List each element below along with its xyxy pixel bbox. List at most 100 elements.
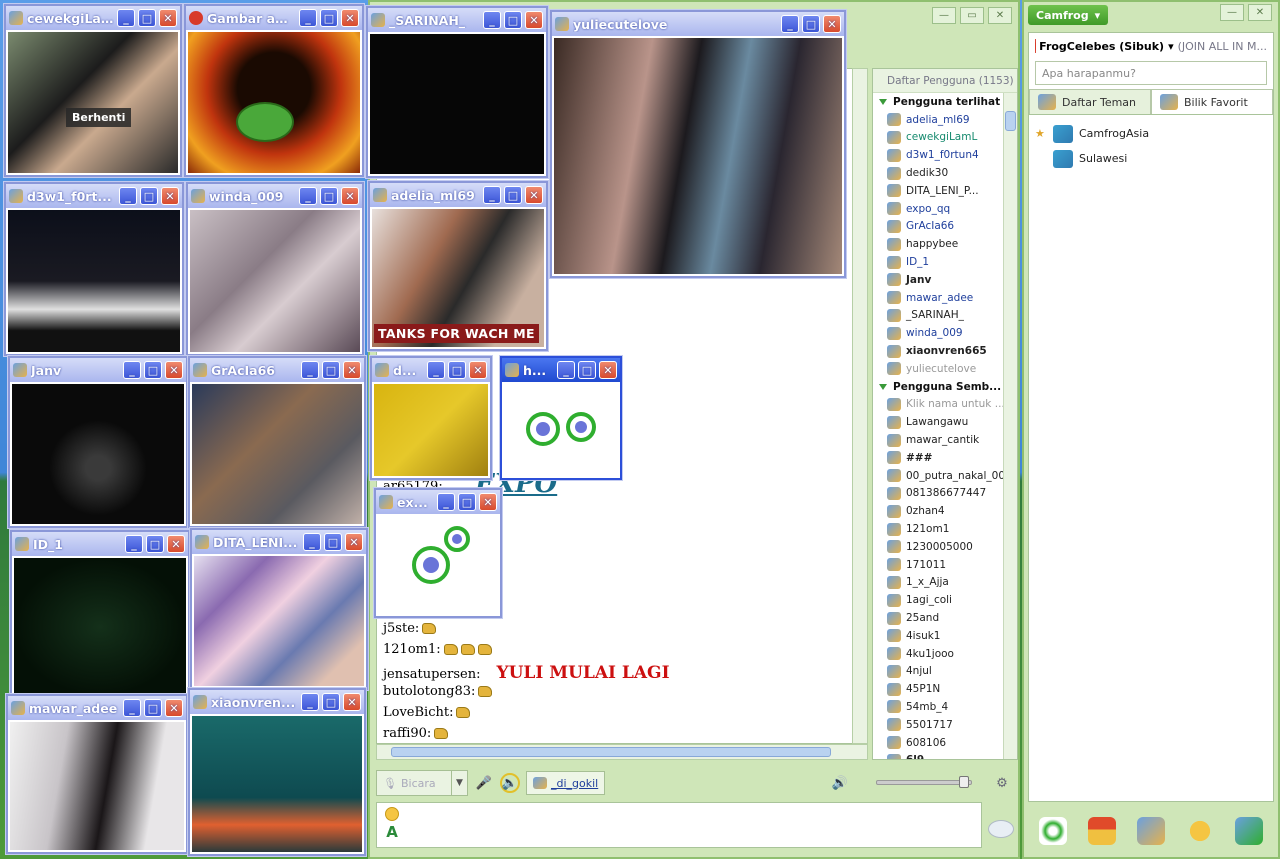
user-list-item[interactable]: 4njul xyxy=(873,663,1017,681)
send-bubble-icon[interactable] xyxy=(988,820,1014,838)
user-list-item[interactable]: 1230005000 xyxy=(873,538,1017,556)
close-button[interactable]: ✕ xyxy=(525,11,543,29)
video-window[interactable]: d... _ □ ✕ xyxy=(370,356,492,480)
video-window[interactable]: GrAcIa66 _ □ ✕ xyxy=(188,356,366,528)
video-window[interactable]: Gambar anda _ □ ✕ xyxy=(184,4,364,177)
video-window[interactable]: h... _ □ ✕ xyxy=(500,356,622,480)
user-list-item[interactable]: 4isuk1 xyxy=(873,627,1017,645)
user-list-item[interactable]: 171011 xyxy=(873,556,1017,574)
font-icon[interactable]: A xyxy=(386,823,398,841)
chat-username[interactable]: j5ste: xyxy=(383,621,419,636)
video-titlebar[interactable]: h... _ □ ✕ xyxy=(502,358,620,382)
video-titlebar[interactable]: cewekgiLamL _ □ ✕ xyxy=(6,6,180,30)
video-window[interactable]: cewekgiLamL _ □ ✕ Berhenti xyxy=(4,4,182,177)
scroll-thumb[interactable] xyxy=(1005,111,1016,131)
minimize-button[interactable]: _ xyxy=(427,361,445,379)
close-button[interactable]: ✕ xyxy=(823,15,841,33)
talk-button[interactable]: 🎙 Bicara ▼ xyxy=(376,770,468,796)
video-titlebar[interactable]: Janv _ □ ✕ xyxy=(10,358,186,382)
close-button[interactable]: ✕ xyxy=(343,361,361,379)
video-titlebar[interactable]: winda_009 _ □ ✕ xyxy=(188,184,362,208)
chat-username[interactable]: jensatupersen: xyxy=(383,667,480,682)
video-window[interactable]: DITA_LENI... _ □ ✕ xyxy=(190,528,368,690)
user-group-header[interactable]: Pengguna terlihat xyxy=(873,93,1017,111)
user-list-item[interactable]: d3w1_f0rtun4✕ xyxy=(873,146,1017,164)
add-user-icon[interactable] xyxy=(1235,817,1264,845)
user-list-item[interactable]: mawar_adee✕ xyxy=(873,289,1017,307)
video-titlebar[interactable]: adelia_ml69 _ □ ✕ xyxy=(370,183,546,207)
chevron-down-icon[interactable]: ▼ xyxy=(451,771,467,795)
user-list-item[interactable]: mawar_cantik xyxy=(873,431,1017,449)
video-titlebar[interactable]: mawar_adee _ □ ✕ xyxy=(8,696,186,720)
minimize-button[interactable]: _ xyxy=(483,186,501,204)
chat-bubble-icon[interactable] xyxy=(1186,817,1215,845)
minimize-button[interactable]: — xyxy=(1220,4,1244,21)
user-list-item[interactable]: 1_x_Ajja xyxy=(873,574,1017,592)
close-button[interactable]: ✕ xyxy=(479,493,497,511)
camfrog-eyes-icon[interactable] xyxy=(1038,817,1067,845)
video-window[interactable]: ID_1 _ □ ✕ xyxy=(10,530,190,700)
minimize-button[interactable]: _ xyxy=(557,361,575,379)
user-list-item[interactable]: 6l9 xyxy=(873,751,1017,759)
user-list-item[interactable]: _SARINAH_✕ xyxy=(873,307,1017,325)
chat-horizontal-scrollbar[interactable] xyxy=(376,744,868,760)
chevron-down-icon[interactable]: ▾ xyxy=(1168,40,1174,53)
maximize-button[interactable]: □ xyxy=(144,361,162,379)
tab-favorites[interactable]: Bilik Favorit xyxy=(1151,89,1273,114)
microphone-icon[interactable]: 🎤 xyxy=(474,773,494,793)
close-button[interactable]: ✕ xyxy=(1248,4,1272,21)
chat-username[interactable]: LoveBicht: xyxy=(383,705,453,720)
chat-username[interactable]: butolotong83: xyxy=(383,684,475,699)
close-button[interactable]: ✕ xyxy=(165,699,183,717)
user-list-item[interactable]: 25and xyxy=(873,609,1017,627)
maximize-button[interactable]: □ xyxy=(448,361,466,379)
video-window[interactable]: winda_009 _ □ ✕ xyxy=(186,182,364,356)
maximize-button[interactable]: □ xyxy=(458,493,476,511)
close-button[interactable]: ✕ xyxy=(599,361,617,379)
minimize-button[interactable]: _ xyxy=(125,535,143,553)
maximize-button[interactable]: □ xyxy=(504,186,522,204)
maximize-button[interactable]: □ xyxy=(140,187,158,205)
user-list-item[interactable]: adelia_ml69✕ xyxy=(873,111,1017,129)
user-list-scrollbar[interactable] xyxy=(1003,93,1017,759)
maximize-button[interactable]: □ xyxy=(144,699,162,717)
video-titlebar[interactable]: yuliecutelove _ □ ✕ xyxy=(552,12,844,36)
minimize-button[interactable]: _ xyxy=(301,693,319,711)
close-button[interactable]: ✕ xyxy=(345,533,363,551)
close-button[interactable]: ✕ xyxy=(167,535,185,553)
video-window[interactable]: d3w1_f0rt... _ □ ✕ xyxy=(4,182,184,356)
close-button[interactable]: ✕ xyxy=(988,7,1012,24)
user-list-item[interactable]: 45P1N xyxy=(873,680,1017,698)
user-list-item[interactable]: Janv✕ xyxy=(873,271,1017,289)
minimize-button[interactable]: _ xyxy=(437,493,455,511)
maximize-button[interactable]: □ xyxy=(802,15,820,33)
video-titlebar[interactable]: ex... _ □ ✕ xyxy=(376,490,500,514)
speaker-icon[interactable]: 🔈 xyxy=(500,773,520,793)
slider-handle[interactable] xyxy=(959,776,969,788)
video-titlebar[interactable]: ID_1 _ □ ✕ xyxy=(12,532,188,556)
close-button[interactable]: ✕ xyxy=(341,9,359,27)
user-list-item[interactable]: DITA_LENI_P...✕ xyxy=(873,182,1017,200)
volume-slider[interactable] xyxy=(876,776,972,788)
status-bar[interactable]: FrogCelebes (Sibuk) ▾ (JOIN ALL IN M... xyxy=(1029,33,1273,59)
video-titlebar[interactable]: Gambar anda _ □ ✕ xyxy=(186,6,362,30)
user-list-item[interactable]: 4ku1jooo xyxy=(873,645,1017,663)
minimize-button[interactable]: _ xyxy=(123,361,141,379)
user-list-item[interactable]: 0zhan4 xyxy=(873,502,1017,520)
user-list-item[interactable]: 081386677447 xyxy=(873,485,1017,503)
maximize-button[interactable]: □ xyxy=(322,361,340,379)
minimize-button[interactable]: _ xyxy=(119,187,137,205)
user-list-item[interactable]: Lawangawu xyxy=(873,413,1017,431)
video-titlebar[interactable]: GrAcIa66 _ □ ✕ xyxy=(190,358,364,382)
user-list-item[interactable]: 121om1 xyxy=(873,520,1017,538)
user-list-item[interactable]: happybee✕ xyxy=(873,235,1017,253)
gear-icon[interactable]: ⚙ xyxy=(992,773,1012,793)
close-button[interactable]: ✕ xyxy=(343,693,361,711)
user-list-item[interactable]: expo_qq✕ xyxy=(873,200,1017,218)
close-button[interactable]: ✕ xyxy=(525,186,543,204)
favorite-room[interactable]: Sulawesi xyxy=(1029,146,1273,171)
close-button[interactable]: ✕ xyxy=(161,187,179,205)
close-button[interactable]: ✕ xyxy=(159,9,177,27)
video-titlebar[interactable]: DITA_LENI... _ □ ✕ xyxy=(192,530,366,554)
maximize-button[interactable]: □ xyxy=(138,9,156,27)
